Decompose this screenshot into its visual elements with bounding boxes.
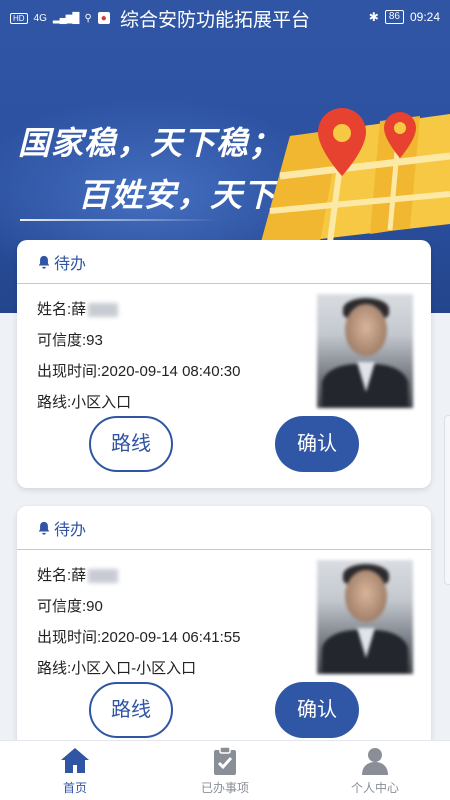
- person-photo[interactable]: [317, 294, 413, 408]
- card-header-label: 待办: [54, 521, 87, 539]
- usb-icon: ⚲: [84, 12, 92, 24]
- status-icons-right: ✱ 86 09:24: [369, 10, 440, 24]
- nav-item-home[interactable]: 首页: [0, 741, 150, 800]
- route-button[interactable]: 路线: [89, 682, 173, 738]
- confirm-button[interactable]: 确认: [275, 682, 359, 738]
- bluetooth-icon: ✱: [368, 10, 379, 24]
- masked-text: [88, 303, 119, 318]
- card-header: 待办: [17, 240, 431, 284]
- bottom-nav: 首页 已办事项 个人中心: [0, 740, 450, 800]
- slogan-line-1: 国家稳，天下稳；: [18, 125, 283, 161]
- clock: 09:24: [409, 10, 440, 24]
- nav-item-done[interactable]: 已办事项: [150, 741, 300, 800]
- name-label: 姓名:: [37, 301, 72, 318]
- todo-list[interactable]: 待办 姓名:薛 可信度:93 出现时间:2020-09-14 08:40:30 …: [0, 240, 450, 740]
- status-icons-left: HD 4G ▂▄▆█ ⚲ ●: [10, 12, 110, 24]
- person-photo[interactable]: [317, 560, 413, 674]
- card-body: 姓名:薛 可信度:90 出现时间:2020-09-14 06:41:55 路线:…: [17, 550, 431, 684]
- name-value: 薛: [71, 301, 87, 318]
- signal-type: 4G: [33, 12, 47, 24]
- side-drawer-handle[interactable]: [444, 415, 450, 585]
- time-label: 出现时间:: [37, 629, 102, 646]
- route-value: 小区入口-小区入口: [71, 660, 197, 677]
- user-icon: [362, 748, 388, 775]
- nav-item-profile[interactable]: 个人中心: [300, 741, 450, 800]
- status-bar: HD 4G ▂▄▆█ ⚲ ● 综合安防功能拓展平台 ✱ 86 09:24: [0, 0, 450, 36]
- signal-bars-icon: ▂▄▆█: [52, 12, 80, 24]
- route-label: 路线:: [37, 660, 72, 677]
- card-header: 待办: [17, 506, 431, 550]
- home-icon: [61, 748, 89, 773]
- time-value: 2020-09-14 06:41:55: [101, 629, 241, 646]
- route-value: 小区入口: [71, 394, 132, 411]
- time-label: 出现时间:: [37, 363, 102, 380]
- map-illustration: [260, 108, 450, 246]
- network-type: HD: [10, 12, 28, 24]
- bell-icon: [38, 255, 50, 269]
- masked-text: [88, 569, 119, 584]
- bell-icon: [38, 521, 50, 535]
- confirm-button[interactable]: 确认: [275, 416, 359, 472]
- todo-card: 待办 姓名:薛 可信度:90 出现时间:2020-09-14 06:41:55 …: [17, 506, 431, 740]
- location-app-icon: ●: [97, 12, 110, 24]
- clipboard-check-icon: [214, 746, 236, 775]
- todo-card: 待办 姓名:薛 可信度:93 出现时间:2020-09-14 08:40:30 …: [17, 240, 431, 488]
- route-button[interactable]: 路线: [89, 416, 173, 472]
- hero-divider: [20, 219, 220, 221]
- credibility-label: 可信度:: [37, 598, 87, 615]
- name-label: 姓名:: [37, 567, 72, 584]
- nav-label: 已办事项: [200, 781, 249, 795]
- route-label: 路线:: [37, 394, 72, 411]
- nav-label: 首页: [62, 781, 87, 795]
- credibility-label: 可信度:: [37, 332, 87, 349]
- credibility-value: 93: [86, 332, 103, 349]
- name-value: 薛: [71, 567, 87, 584]
- card-body: 姓名:薛 可信度:93 出现时间:2020-09-14 08:40:30 路线:…: [17, 284, 431, 418]
- nav-label: 个人中心: [350, 781, 399, 795]
- battery-icon: 86: [384, 10, 404, 24]
- card-header-label: 待办: [54, 255, 87, 273]
- app-title: 综合安防功能拓展平台: [120, 10, 311, 31]
- credibility-value: 90: [86, 598, 103, 615]
- time-value: 2020-09-14 08:40:30: [101, 363, 241, 380]
